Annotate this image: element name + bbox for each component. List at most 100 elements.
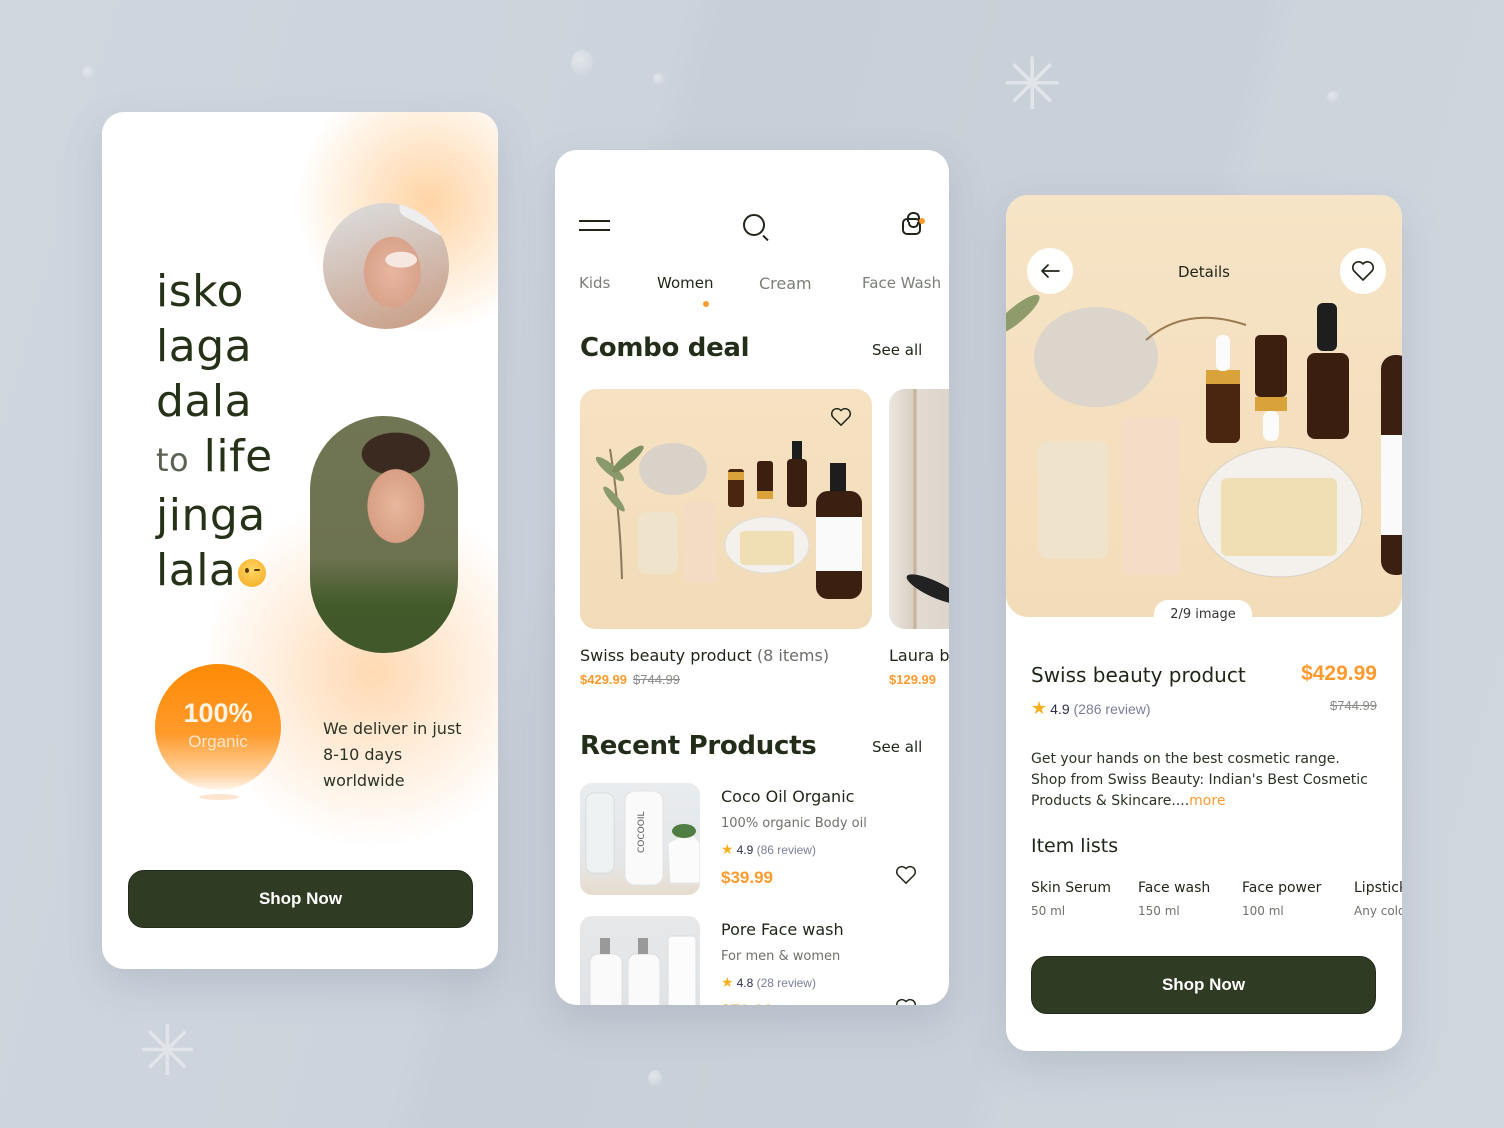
landing-screen: isko laga dala to life jinga lala 100% O… [102, 112, 498, 969]
brush-illustration [906, 574, 949, 604]
heart-icon [1352, 261, 1374, 281]
review-count: (86 review) [756, 843, 816, 857]
headline-line: lala [156, 543, 273, 598]
tab-cream[interactable]: Cream [759, 274, 812, 293]
headline-to: to [156, 441, 190, 479]
product-rating: ★ 4.9 (86 review) [721, 841, 816, 858]
heart-icon[interactable] [895, 998, 917, 1005]
image-counter: 2/9 image [1154, 600, 1252, 628]
details-screen: Details 2/9 image Swiss beauty product $… [1006, 195, 1402, 1051]
headline-lala: lala [156, 545, 237, 596]
delivery-text: We deliver in just 8-10 days worldwide [323, 719, 462, 790]
bg-sparkle-icon: ✳ [1002, 42, 1063, 126]
tab-kids[interactable]: Kids [579, 274, 610, 292]
combo-see-all-link[interactable]: See all [872, 341, 922, 359]
rating-value: 4.9 [736, 843, 754, 857]
combo-product-image[interactable] [889, 389, 949, 629]
bg-bubble [648, 1070, 662, 1086]
bg-bubble [653, 73, 664, 85]
combo-product-image[interactable] [580, 389, 872, 629]
combo-item-name[interactable]: Swiss beauty product (8 items) [580, 646, 829, 665]
combo-item-prices: $129.99 [889, 672, 936, 687]
tab-women[interactable]: Women [657, 274, 713, 292]
recent-products-title: Recent Products [580, 731, 817, 761]
badge-shadow [199, 794, 239, 800]
shop-now-button[interactable]: Shop Now [128, 870, 473, 928]
search-icon[interactable] [743, 214, 765, 236]
list-item[interactable]: Pore Face wash For men & women ★ 4.8 (28 … [580, 916, 940, 1005]
combo-deal-title: Combo deal [580, 333, 750, 363]
combo-item-count: (8 items) [756, 646, 830, 665]
combo-price: $429.99 [580, 672, 627, 687]
coco-oil-bottle-illustration: COCOOIL [585, 790, 700, 886]
menu-icon[interactable] [579, 220, 610, 231]
combo-item-prices: $429.99 $744.99 [580, 672, 680, 687]
bg-bubble [1327, 91, 1339, 103]
winking-face-emoji-icon [238, 559, 267, 587]
active-tab-indicator [703, 301, 709, 307]
headline-life: life [203, 431, 273, 482]
rating-value: 4.8 [736, 976, 754, 990]
category-tabs: Kids Women Cream Face Wash [579, 274, 949, 310]
organic-percent: 100% [183, 698, 253, 728]
combo-item-title: Swiss beauty product [580, 646, 752, 665]
list-item[interactable]: COCOOIL Coco Oil Organic 100% organic Bo… [580, 783, 940, 903]
recent-see-all-link[interactable]: See all [872, 738, 922, 756]
headline-line: to life [156, 429, 273, 488]
product-description: Get your hands on the best cosmetic rang… [1031, 749, 1376, 812]
headline-line: dala [156, 376, 253, 427]
woman-eye-patch-photo [323, 203, 449, 329]
product-rating: ★ 4.8 (28 review) [721, 974, 816, 991]
headline-line: isko [156, 266, 244, 317]
heart-icon[interactable] [830, 407, 852, 427]
combo-old-price: $744.99 [633, 672, 680, 687]
top-bar [555, 210, 949, 244]
combo-price: $129.99 [889, 672, 936, 687]
headline-line: jinga [156, 490, 266, 541]
organic-badge: 100% Organic [155, 664, 281, 790]
item-list-entry[interactable]: Skin Serum 50 ml [1031, 880, 1111, 918]
star-icon: ★ [1031, 698, 1048, 718]
cart-notification-dot [919, 218, 925, 224]
product-subtitle: 100% organic Body oil [721, 816, 867, 831]
product-price: $79.99 [721, 1001, 773, 1005]
star-icon: ★ [721, 974, 734, 990]
tab-face-wash[interactable]: Face Wash [862, 274, 941, 292]
face-wash-thumbnail [580, 916, 700, 1005]
item-name: Skin Serum [1031, 880, 1111, 896]
bg-bubble [82, 66, 94, 80]
item-list-entry[interactable]: Face power 100 ml [1242, 880, 1321, 918]
item-name: Face power [1242, 880, 1322, 896]
organic-label: Organic [188, 732, 248, 751]
man-serum-photo [310, 416, 458, 653]
item-name: Face wash [1138, 880, 1211, 896]
star-icon: ★ [721, 841, 734, 857]
bg-sparkle-icon: ✳ [138, 1010, 197, 1092]
coco-oil-thumbnail: COCOOIL [580, 783, 700, 895]
hero-headline: isko laga dala to life jinga lala [156, 264, 273, 598]
item-qty: Any color [1354, 904, 1402, 918]
item-qty: 150 ml [1138, 904, 1180, 918]
product-old-price: $744.99 [1330, 698, 1377, 713]
product-price: $39.99 [721, 868, 773, 887]
product-subtitle: For men & women [721, 949, 841, 964]
item-list-entry[interactable]: Lipstick Any color [1354, 880, 1402, 918]
combo-item-name[interactable]: Laura be [889, 646, 949, 665]
heart-icon[interactable] [895, 865, 917, 885]
item-lists-title: Item lists [1031, 835, 1119, 857]
favorite-button[interactable] [1340, 248, 1386, 294]
item-qty: 100 ml [1242, 904, 1284, 918]
review-count[interactable]: (286 review) [1074, 701, 1151, 717]
product-price: $429.99 [1301, 662, 1377, 685]
face-wash-bottles-illustration [589, 935, 697, 1005]
review-count: (28 review) [756, 976, 816, 990]
shop-now-button[interactable]: Shop Now [1031, 956, 1376, 1014]
item-list-entry[interactable]: Face wash 150 ml [1138, 880, 1210, 918]
product-title: Swiss beauty product [1031, 663, 1246, 687]
rating-value: 4.9 [1050, 701, 1070, 717]
more-link[interactable]: more [1189, 793, 1225, 809]
item-qty: 50 ml [1031, 904, 1066, 918]
headline-line: laga [156, 321, 253, 372]
bg-bubble [571, 50, 593, 76]
product-name: Pore Face wash [721, 920, 844, 939]
